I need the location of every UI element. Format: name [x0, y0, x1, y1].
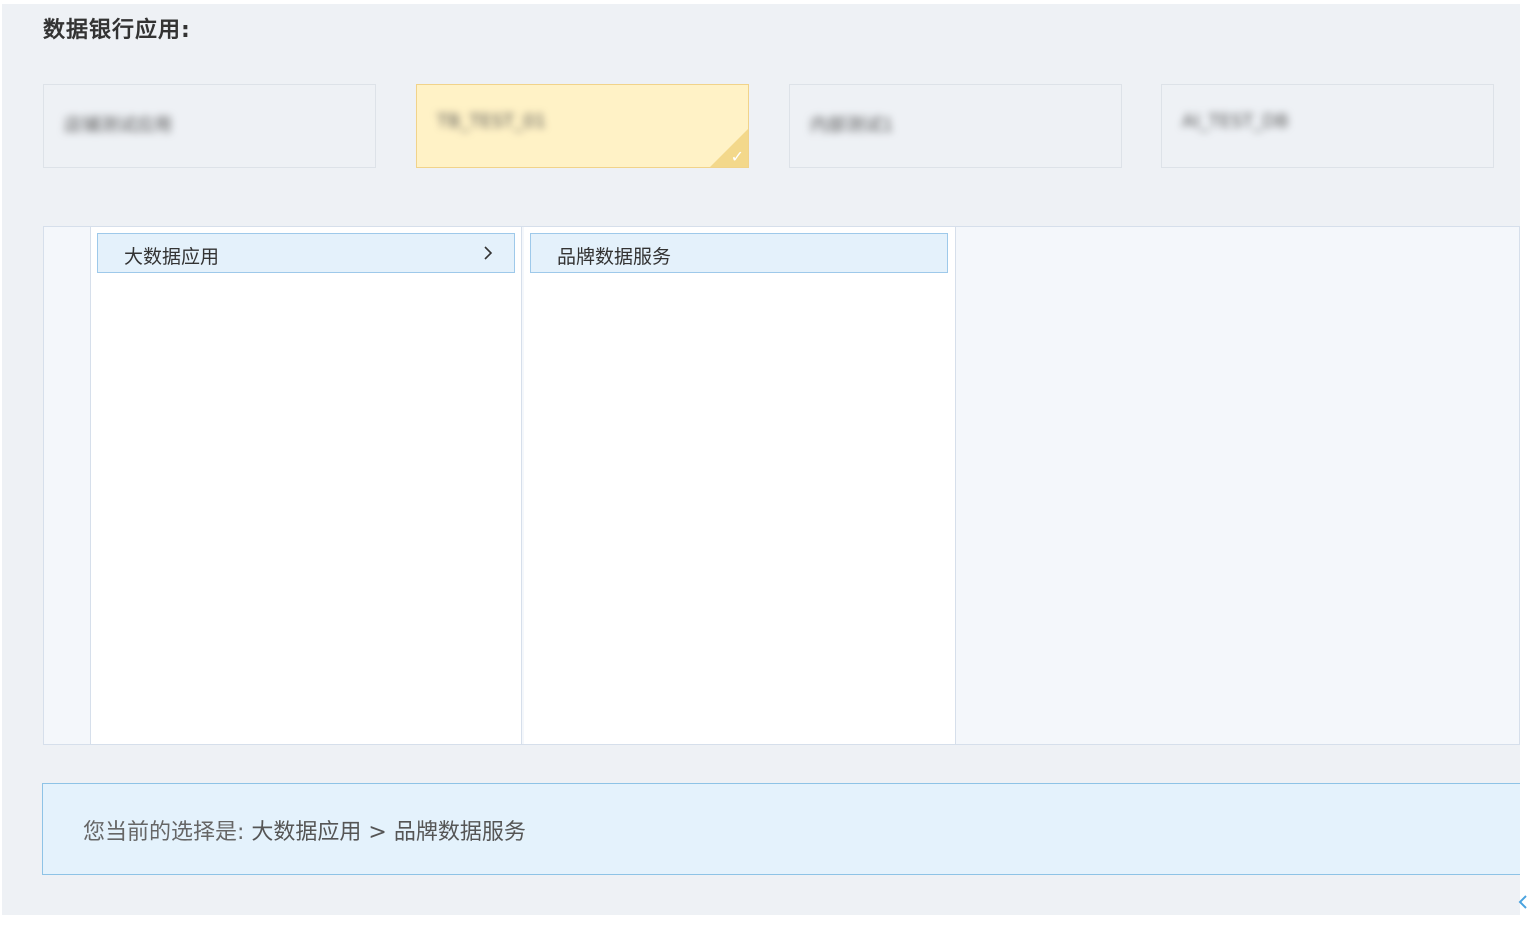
- summary-path: 大数据应用 > 品牌数据服务: [251, 820, 526, 845]
- app-card-1[interactable]: 店铺测试应用: [43, 84, 376, 168]
- option-label: 品牌数据服务: [557, 246, 672, 268]
- app-card-label: AI_TEST_DB: [1182, 111, 1289, 132]
- summary-prefix: 您当前的选择是:: [83, 820, 245, 845]
- selection-summary: 您当前的选择是: 大数据应用 > 品牌数据服务: [42, 783, 1520, 875]
- cascader-column-1: 大数据应用: [90, 227, 522, 744]
- cascader-column-3: [957, 227, 1519, 744]
- check-icon: ✓: [730, 147, 744, 166]
- app-card-label: 内部测试1: [810, 115, 894, 136]
- cascader-option-level1[interactable]: 大数据应用: [97, 233, 515, 273]
- summary-text: 您当前的选择是: 大数据应用 > 品牌数据服务: [83, 814, 526, 846]
- category-cascader: 大数据应用 品牌数据服务: [43, 226, 1520, 745]
- cascader-column-2: 品牌数据服务: [524, 227, 956, 744]
- app-selection-panel: 数据银行应用: 店铺测试应用 TB_TEST_01 ✓ 内部测试1 AI_TES…: [2, 4, 1520, 915]
- app-card-label: TB_TEST_01: [437, 111, 547, 132]
- option-label: 大数据应用: [124, 246, 220, 268]
- app-card-list: 店铺测试应用 TB_TEST_01 ✓ 内部测试1 AI_TEST_DB: [43, 84, 1503, 170]
- app-card-label: 店铺测试应用: [64, 115, 172, 136]
- section-title: 数据银行应用:: [43, 18, 191, 43]
- cascader-option-level2[interactable]: 品牌数据服务: [530, 233, 948, 273]
- app-card-3[interactable]: 内部测试1: [789, 84, 1122, 168]
- chevron-right-icon: [484, 246, 493, 260]
- app-card-4[interactable]: AI_TEST_DB: [1161, 84, 1494, 168]
- app-card-2[interactable]: TB_TEST_01 ✓: [416, 84, 749, 168]
- chevron-left-icon[interactable]: [1516, 893, 1530, 911]
